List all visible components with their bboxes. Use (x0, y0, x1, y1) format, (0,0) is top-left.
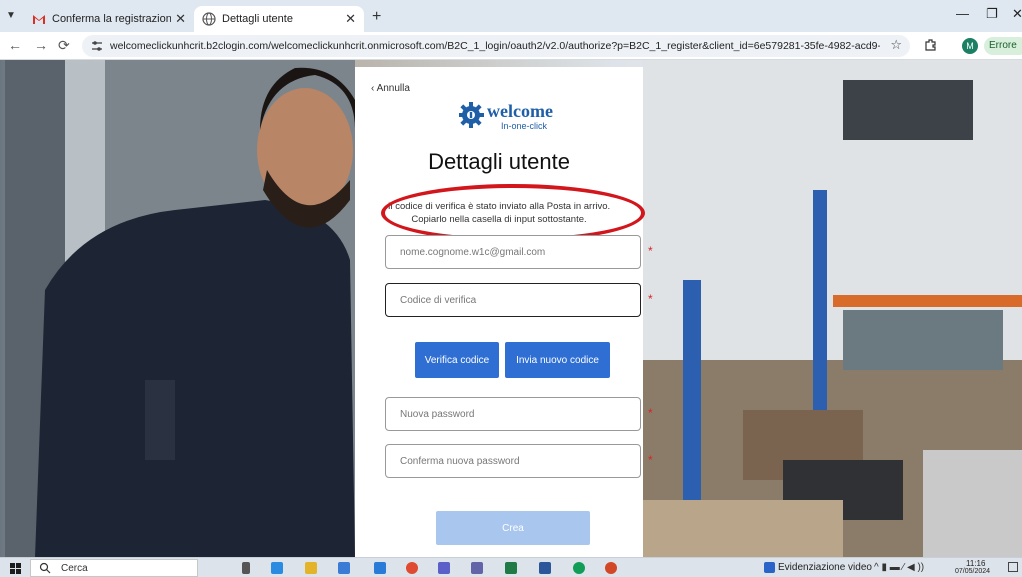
close-window-icon[interactable]: ✕ (1012, 6, 1022, 22)
logo-title: welcome (487, 101, 553, 121)
search-label: Cerca (61, 563, 88, 574)
new-password-input[interactable]: Nuova password (385, 397, 641, 431)
required-mark: * (648, 244, 653, 258)
maximize-icon[interactable]: ❐ (986, 6, 998, 22)
tab-gmail[interactable]: Conferma la registrazione a We ✕ (24, 6, 194, 32)
teams-work-icon[interactable] (471, 562, 483, 574)
chrome-profile-icon[interactable] (573, 562, 585, 574)
notification-label[interactable]: Evidenziazione video (778, 562, 872, 573)
word-icon[interactable] (539, 562, 551, 574)
clock-date[interactable]: 07/05/2024 (955, 568, 990, 575)
required-mark: * (648, 453, 653, 467)
url-text[interactable]: welcomeclickunhcrit.b2clogin.com/welcome… (110, 40, 880, 52)
tab-title: Conferma la registrazione a We (52, 13, 172, 25)
windows-taskbar: Cerca Evidenziazione video ^ ▮ ▬ ⁄ ◀ )) … (0, 557, 1022, 577)
close-icon[interactable]: ✕ (175, 11, 186, 27)
excel-icon[interactable] (505, 562, 517, 574)
windows-icon[interactable] (10, 563, 21, 574)
file-explorer-icon[interactable] (305, 562, 317, 574)
workshop-photo (643, 60, 1022, 557)
outlook-icon[interactable] (374, 562, 386, 574)
chevron-down-icon[interactable]: ▼ (6, 10, 16, 21)
worker-photo (5, 60, 355, 557)
tune-icon[interactable] (90, 39, 104, 53)
gmail-icon (33, 15, 45, 24)
avatar[interactable]: M (962, 38, 978, 54)
teams-icon[interactable] (438, 562, 450, 574)
welcome-logo: welcome In-one-click (459, 101, 553, 131)
page-title: Dettagli utente (428, 149, 570, 174)
verification-code-input[interactable]: Codice di verifica (385, 283, 641, 317)
cancel-link[interactable]: ‹ Annulla (371, 83, 410, 94)
star-icon[interactable]: ☆ (890, 37, 902, 53)
arrow-left-icon[interactable]: ← (8, 37, 22, 53)
notification-center-icon[interactable] (1008, 562, 1018, 572)
signup-card: ‹ Annulla welcome In-one-click Dettagli … (355, 67, 653, 557)
annotation-circle (381, 184, 645, 242)
chrome-icon[interactable] (406, 562, 418, 574)
globe-icon (202, 12, 216, 26)
browser-toolbar: ← → ⟳ welcomeclickunhcrit.b2clogin.com/w… (0, 32, 1022, 60)
video-highlight-icon[interactable] (764, 562, 775, 573)
required-mark: * (648, 406, 653, 420)
required-mark: * (648, 292, 653, 306)
powerpoint-icon[interactable] (605, 562, 617, 574)
minimize-icon[interactable]: — (956, 6, 969, 21)
task-view-icon[interactable] (242, 562, 250, 574)
store-icon[interactable] (338, 562, 350, 574)
logo-subtitle: In-one-click (501, 121, 548, 131)
edge-icon[interactable] (271, 562, 283, 574)
tab-user-details[interactable]: Dettagli utente ✕ (194, 6, 364, 32)
verify-code-button[interactable]: Verifica codice (415, 342, 499, 378)
close-icon[interactable]: ✕ (345, 11, 356, 27)
tab-strip: ▼ Conferma la registrazione a We ✕ Detta… (0, 0, 1022, 32)
resend-code-button[interactable]: Invia nuovo codice (505, 342, 610, 378)
search-icon (39, 562, 51, 574)
plus-icon[interactable]: + (372, 8, 381, 26)
taskbar-search[interactable]: Cerca (30, 559, 198, 577)
reload-icon[interactable]: ⟳ (58, 37, 70, 54)
status-badge[interactable]: Errore (984, 37, 1022, 55)
confirm-password-input[interactable]: Conferma nuova password (385, 444, 641, 478)
email-field[interactable]: nome.cognome.w1c@gmail.com (385, 235, 641, 269)
clock-time[interactable]: 11:16 (966, 559, 985, 568)
create-button[interactable]: Crea (436, 511, 590, 545)
system-tray[interactable]: ^ ▮ ▬ ⁄ ◀ )) (874, 562, 924, 573)
puzzle-icon[interactable] (924, 38, 938, 52)
arrow-right-icon[interactable]: → (34, 37, 48, 53)
address-bar[interactable]: welcomeclickunhcrit.b2clogin.com/welcome… (82, 35, 910, 57)
tab-title: Dettagli utente (222, 13, 293, 25)
